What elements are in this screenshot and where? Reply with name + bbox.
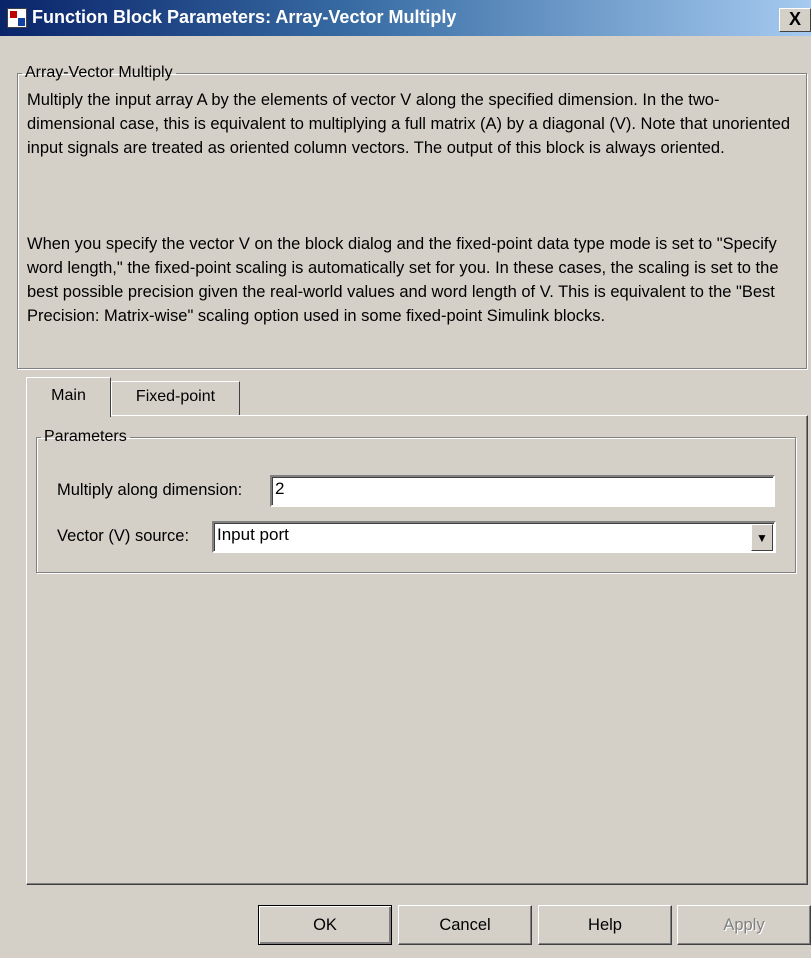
window-title: Function Block Parameters: Array-Vector … bbox=[32, 7, 457, 27]
description-paragraph-2: When you specify the vector V on the blo… bbox=[27, 235, 779, 325]
simulink-block-icon bbox=[7, 8, 27, 28]
tab-fixed-point-label: Fixed-point bbox=[135, 388, 216, 405]
tab-main[interactable]: Main bbox=[26, 377, 111, 417]
title-bar[interactable]: Function Block Parameters: Array-Vector … bbox=[0, 0, 811, 36]
close-button[interactable]: X bbox=[779, 8, 811, 32]
description-paragraph-1: Multiply the input array A by the elemen… bbox=[27, 91, 791, 157]
tab-fixed-point[interactable]: Fixed-point bbox=[111, 381, 240, 415]
vector-source-label: Vector (V) source: bbox=[57, 527, 190, 545]
vector-source-value: Input port bbox=[217, 525, 289, 544]
chevron-down-icon[interactable]: ▼ bbox=[751, 524, 773, 551]
multiply-dimension-label: Multiply along dimension: bbox=[57, 481, 243, 499]
help-button[interactable]: Help bbox=[538, 905, 672, 945]
parameters-group-legend: Parameters bbox=[44, 428, 127, 445]
ok-button[interactable]: OK bbox=[258, 905, 392, 945]
apply-button[interactable]: Apply bbox=[677, 905, 811, 945]
tab-main-label: Main bbox=[51, 387, 86, 404]
description-group-legend: Array-Vector Multiply bbox=[25, 64, 173, 81]
multiply-dimension-input[interactable]: 2 bbox=[270, 475, 775, 507]
vector-source-select[interactable]: Input port ▼ bbox=[212, 521, 776, 553]
cancel-button[interactable]: Cancel bbox=[398, 905, 532, 945]
